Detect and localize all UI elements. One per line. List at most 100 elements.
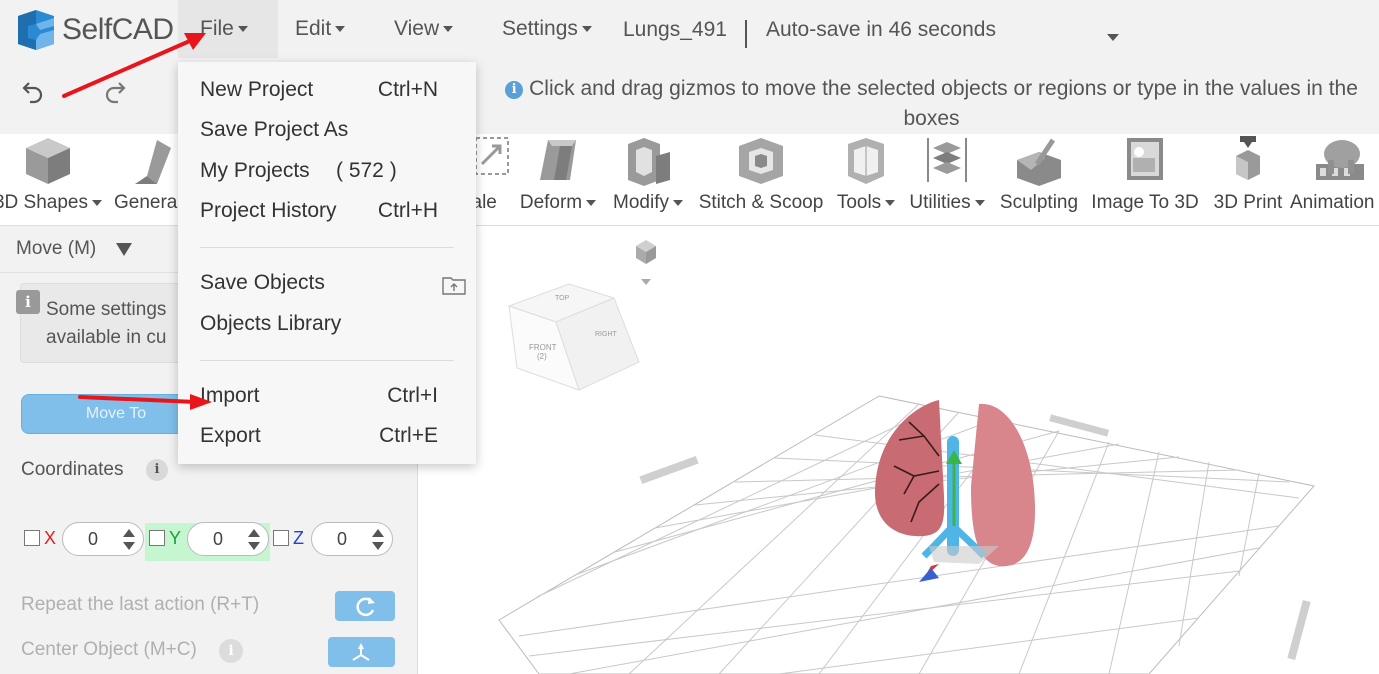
decrement-icon[interactable] [248,542,260,550]
tool-animation[interactable]: Animation [1290,134,1379,226]
center-object-label: Center Object (M+C) [21,639,197,660]
decrement-icon[interactable] [372,542,384,550]
menu-file[interactable]: File [178,0,278,58]
menu-item-label: Export [200,424,261,447]
undo-icon[interactable] [20,78,46,104]
center-icon [352,643,370,661]
menu-item-label: Objects Library [200,312,342,335]
z-axis-checkbox[interactable] [273,530,289,546]
file-menu-dropdown: New Project Ctrl+N Save Project As My Pr… [178,62,476,464]
tool-sculpting[interactable]: Sculpting [992,134,1086,226]
tool-3d-print[interactable]: 3D Print [1204,134,1292,226]
tool-label: Sculpting [999,192,1079,213]
hint-text: Click and drag gizmos to move the select… [529,77,1358,130]
cube-face-right: RIGHT [595,331,618,338]
menu-item-project-history[interactable]: Project History Ctrl+H [200,199,438,229]
selfcad-logo-icon [18,10,54,50]
redo-icon[interactable] [102,78,128,104]
info-icon[interactable]: i [146,459,168,481]
caret-down-icon [335,26,346,33]
x-axis-label: X [44,528,57,548]
lungs-model[interactable] [874,400,1036,582]
tool-label: Tools [836,192,882,213]
3d-viewport[interactable]: FRONT (2) TOP RIGHT [419,226,1379,674]
z-coordinate-input[interactable]: 0 [311,522,393,556]
tool-label: Deform [519,192,583,213]
menu-item-export[interactable]: Export Ctrl+E [200,424,438,454]
menu-item-new-project[interactable]: New Project Ctrl+N [200,78,438,108]
menu-item-label: My Projects [200,159,310,182]
collapse-caret-icon[interactable] [116,243,132,256]
utilities-icon [927,138,967,182]
menu-item-import[interactable]: Import Ctrl+I [200,384,438,414]
menu-item-label: Save Project As [200,118,349,141]
menu-view[interactable]: View [384,0,463,58]
hint-message: i Click and drag gizmos to move the selec… [484,74,1379,134]
info-icon[interactable]: i [219,639,243,663]
z-axis-label: Z [293,528,304,548]
cube-face-front: FRONT [529,343,557,352]
increment-icon[interactable] [372,529,384,537]
increment-icon[interactable] [123,529,135,537]
menu-item-objects-library[interactable]: Objects Library [200,312,438,342]
caret-down-icon [443,26,454,33]
folder-upload-icon [442,277,466,295]
y-value: 0 [212,529,223,549]
cube-face-top: TOP [555,295,570,302]
animation-icon [1316,140,1364,180]
menu-item-my-projects[interactable]: My Projects ( 572 ) [200,159,438,189]
view-cube[interactable]: FRONT (2) TOP RIGHT [507,283,640,391]
menu-settings-label: Settings [502,17,578,40]
decrement-icon[interactable] [123,542,135,550]
x-axis-checkbox[interactable] [24,530,40,546]
y-coordinate-group: Y 0 [149,520,271,560]
tool-image-to-3d[interactable]: Image To 3D [1086,134,1204,226]
tool-3d-shapes[interactable]: 3D Shapes [0,134,108,226]
tool-label: Animation [1290,192,1375,213]
repeat-button[interactable] [335,591,395,621]
menu-item-shortcut: Ctrl+I [387,384,438,407]
tool-label: Utilities [909,192,971,213]
refresh-icon [356,597,375,617]
info-icon: i [16,290,40,314]
menu-item-shortcut: Ctrl+N [377,78,438,101]
menu-item-shortcut: Ctrl+E [379,424,438,447]
menu-item-save-project-as[interactable]: Save Project As [200,118,438,148]
divider [745,20,747,48]
menu-item-label: New Project [200,78,314,101]
autosave-dropdown-icon[interactable] [1107,34,1119,41]
tool-label: 3D Shapes [0,192,88,213]
selfcad-logo[interactable]: SelfCAD [14,6,174,54]
increment-icon[interactable] [248,529,260,537]
y-coordinate-input[interactable]: 0 [187,522,269,556]
scene-canvas[interactable]: FRONT (2) TOP RIGHT [419,226,1379,674]
caret-down-icon [237,26,248,33]
image-to-3d-icon [1127,138,1163,180]
project-name[interactable]: Lungs_491 [623,18,727,42]
z-value: 0 [336,529,347,549]
y-axis-checkbox[interactable] [149,530,165,546]
view-orientation-icon[interactable] [636,240,656,285]
info-icon: i [505,81,524,99]
tool-label: Image To 3D [1091,192,1199,213]
x-coordinate-group: X 0 [24,520,144,560]
caret-down-icon [92,199,102,206]
modify-icon [628,138,670,186]
sculpting-icon [1017,138,1061,186]
menu-settings[interactable]: Settings [492,0,602,58]
x-coordinate-input[interactable]: 0 [62,522,144,556]
menu-item-save-objects[interactable]: Save Objects [200,271,466,301]
tool-generate[interactable]: Genera [110,134,180,226]
tool-deform[interactable]: Deform [512,134,604,226]
tool-tools[interactable]: Tools [830,134,902,226]
tool-label: Modify [613,192,669,213]
y-axis-label: Y [169,528,182,548]
menu-edit[interactable]: Edit [285,0,355,58]
tool-utilities[interactable]: Utilities [902,134,992,226]
tool-stitch-scoop[interactable]: Stitch & Scoop [692,134,830,226]
menu-item-label: Project History [200,199,337,222]
center-object-button[interactable] [328,637,395,667]
menu-item-label: Import [200,384,260,407]
tool-modify[interactable]: Modify [606,134,690,226]
tools-icon [848,138,884,184]
